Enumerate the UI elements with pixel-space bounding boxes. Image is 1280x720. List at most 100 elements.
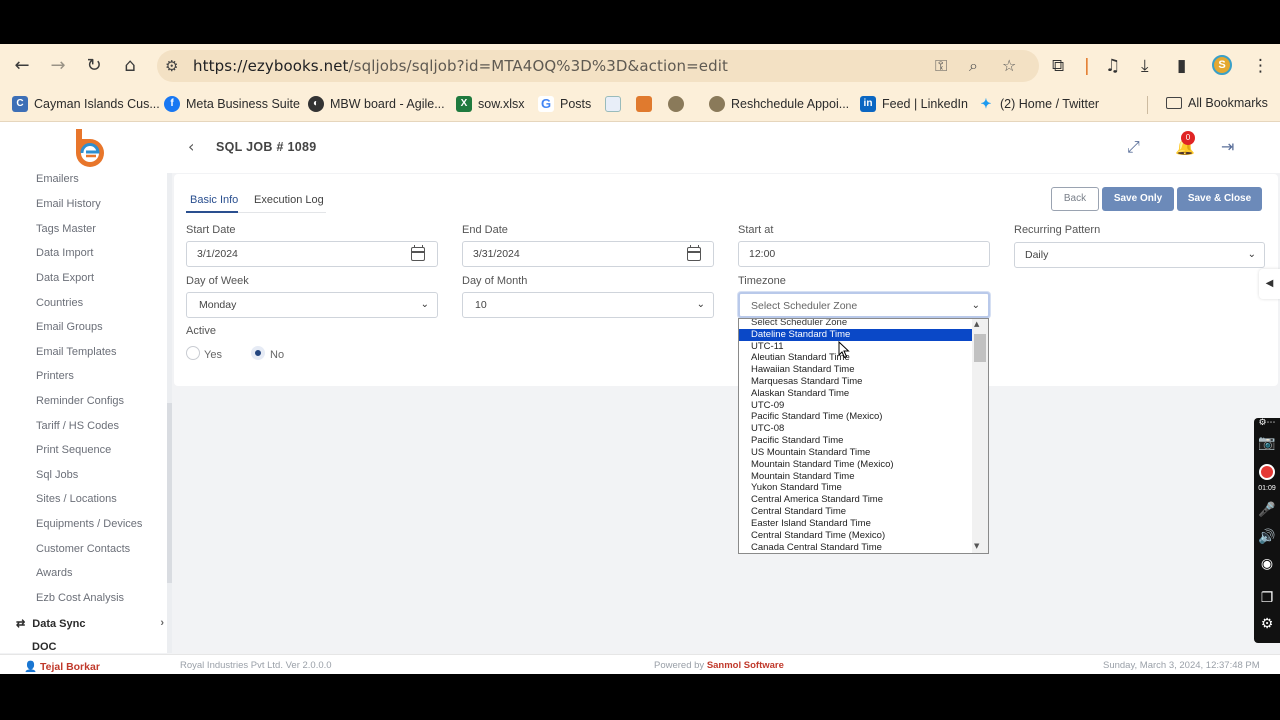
start-date-input[interactable]: 3/1/2024 (186, 241, 438, 267)
end-date-input[interactable]: 3/31/2024 (462, 241, 714, 267)
timezone-option-selected[interactable]: Dateline Standard Time (739, 329, 973, 341)
save-close-button[interactable]: Save & Close (1177, 187, 1262, 211)
powered-brand[interactable]: Sanmol Software (707, 660, 784, 671)
timezone-option[interactable]: Aleutian Standard Time (739, 352, 973, 364)
sidebar-item-countries[interactable]: Countries (36, 297, 83, 309)
sidebar-item-equipments-devices[interactable]: Equipments / Devices (36, 518, 142, 530)
sidebar-group-doc[interactable]: DOC (16, 641, 56, 653)
timezone-option[interactable]: Yukon Standard Time (739, 482, 973, 494)
scroll-up-icon[interactable]: ▲ (974, 320, 979, 328)
timezone-option[interactable]: Hawaiian Standard Time (739, 364, 973, 376)
timezone-option[interactable]: UTC-08 (739, 423, 973, 435)
sidebar-item-print-sequence[interactable]: Print Sequence (36, 444, 111, 456)
calendar-icon[interactable] (687, 245, 701, 261)
media-control-icon[interactable]: ♫ (1105, 55, 1120, 77)
back-arrow-icon[interactable]: ← (11, 55, 33, 77)
bookmark-item[interactable] (636, 96, 658, 112)
sidebar-item-tariff-hs-codes[interactable]: Tariff / HS Codes (36, 420, 119, 432)
save-only-button[interactable]: Save Only (1102, 187, 1174, 211)
download-icon[interactable]: ⤓ (1141, 55, 1149, 77)
sidebar-item-email-history[interactable]: Email History (36, 198, 101, 210)
webcam-icon[interactable]: ◉ (1254, 556, 1280, 572)
sidebar-item-email-templates[interactable]: Email Templates (36, 346, 117, 358)
sidebar-item-emailers[interactable]: Emailers (36, 173, 79, 185)
timezone-option[interactable]: Central Standard Time (Mexico) (739, 530, 973, 542)
timezone-option[interactable]: Easter Island Standard Time (739, 518, 973, 530)
camera-icon[interactable]: 📷 (1254, 435, 1280, 451)
sidebar-group-data-sync[interactable]: ⇄ Data Sync › (16, 617, 164, 630)
timezone-option[interactable]: Pacific Standard Time (739, 435, 973, 447)
back-button[interactable]: Back (1051, 187, 1099, 211)
bookmark-item[interactable]: Reshchedule Appoi... (709, 96, 849, 112)
reload-icon[interactable]: ↻ (83, 55, 105, 77)
sidebar-item-reminder-configs[interactable]: Reminder Configs (36, 395, 124, 407)
recorder-menu-icon[interactable]: ⚙⋯ (1254, 418, 1280, 428)
tab-execution-log[interactable]: Execution Log (254, 194, 324, 206)
day-of-week-select[interactable]: Monday ⌄ (186, 292, 438, 318)
extensions-icon[interactable]: ⧉ (1052, 55, 1064, 77)
current-user[interactable]: 👤 Tejal Borkar (24, 660, 100, 673)
sidebar-scrollbar-thumb[interactable] (167, 403, 172, 583)
sidebar-item-printers[interactable]: Printers (36, 370, 74, 382)
record-button[interactable] (1259, 464, 1275, 480)
bookmark-item[interactable]: Xsow.xlsx (456, 96, 525, 112)
active-yes-radio[interactable] (186, 346, 200, 360)
bookmark-star-icon[interactable]: ☆ (1002, 56, 1016, 75)
side-panel-icon[interactable]: ▮ (1177, 55, 1186, 77)
back-chevron-icon[interactable]: ‹ (188, 137, 194, 156)
sidebar-item-awards[interactable]: Awards (36, 567, 72, 579)
timezone-select[interactable]: Select Scheduler Zone ⌄ (738, 292, 990, 318)
microphone-icon[interactable]: 🎤 (1254, 502, 1280, 518)
bookmark-item[interactable]: C Cayman Islands Cus... (12, 96, 160, 112)
forward-arrow-icon[interactable]: → (47, 55, 69, 77)
calendar-icon[interactable] (411, 245, 425, 261)
bookmark-item[interactable]: G Posts (538, 96, 591, 112)
window-icon[interactable]: ❐ (1254, 590, 1280, 606)
sidebar-item-data-export[interactable]: Data Export (36, 272, 94, 284)
bookmark-item[interactable] (605, 96, 627, 112)
scroll-down-icon[interactable]: ▼ (974, 542, 979, 550)
timezone-dropdown-list[interactable]: Select Scheduler Zone Dateline Standard … (738, 318, 989, 554)
address-bar[interactable]: ⚙ https://ezybooks.net/sqljobs/sqljob?id… (157, 50, 1039, 82)
day-of-month-select[interactable]: 10 ⌄ (462, 292, 714, 318)
browser-menu-icon[interactable]: ⋮ (1252, 55, 1269, 77)
tab-basic-info[interactable]: Basic Info (190, 194, 238, 206)
home-icon[interactable]: ⌂ (119, 55, 141, 77)
site-settings-icon[interactable]: ⚙ (165, 57, 178, 75)
bookmark-item[interactable]: f Meta Business Suite (164, 96, 300, 112)
sidebar-item-sql-jobs[interactable]: Sql Jobs (36, 469, 78, 481)
dropdown-scrollbar-thumb[interactable] (974, 334, 986, 362)
logout-icon[interactable]: ⇥ (1221, 137, 1234, 156)
all-bookmarks[interactable]: All Bookmarks (1166, 96, 1268, 110)
bookmark-item[interactable]: in Feed | LinkedIn (860, 96, 968, 112)
zoom-icon[interactable]: ⌕ (969, 56, 978, 76)
profile-avatar[interactable]: S (1212, 55, 1232, 75)
url-text[interactable]: https://ezybooks.net/sqljobs/sqljob?id=M… (193, 57, 728, 75)
speaker-icon[interactable]: 🔊 (1254, 529, 1280, 545)
timezone-option[interactable]: Alaskan Standard Time (739, 388, 973, 400)
sidebar-item-email-groups[interactable]: Email Groups (36, 321, 103, 333)
timezone-option[interactable]: Canada Central Standard Time (739, 542, 973, 553)
bookmark-item[interactable]: ✦ (2) Home / Twitter (978, 96, 1099, 112)
sidebar-item-sites-locations[interactable]: Sites / Locations (36, 493, 117, 505)
start-at-input[interactable]: 12:00 (738, 241, 990, 267)
timezone-option[interactable]: Central America Standard Time (739, 494, 973, 506)
settings-gear-icon[interactable]: ⚙ (1254, 616, 1280, 632)
recurring-pattern-select[interactable]: Daily ⌄ (1014, 242, 1265, 268)
panel-collapse-toggle[interactable]: ◀ (1259, 269, 1280, 299)
sidebar-item-customer-contacts[interactable]: Customer Contacts (36, 543, 130, 555)
sidebar-item-tags-master[interactable]: Tags Master (36, 223, 96, 235)
bookmark-item[interactable] (668, 96, 690, 112)
timezone-option[interactable]: Mountain Standard Time (Mexico) (739, 459, 973, 471)
bookmark-item[interactable]: ◐ MBW board - Agile... (308, 96, 445, 112)
timezone-option[interactable]: Pacific Standard Time (Mexico) (739, 411, 973, 423)
expand-icon[interactable]: ⤢ (1127, 137, 1140, 157)
timezone-option[interactable]: Select Scheduler Zone (739, 319, 973, 329)
timezone-option[interactable]: US Mountain Standard Time (739, 447, 973, 459)
timezone-option[interactable]: Marquesas Standard Time (739, 376, 973, 388)
active-no-radio[interactable] (251, 346, 265, 360)
password-key-icon[interactable]: ⚿ (935, 56, 947, 76)
sidebar-item-data-import[interactable]: Data Import (36, 247, 93, 259)
sidebar-item-ezb-cost-analysis[interactable]: Ezb Cost Analysis (36, 592, 124, 604)
timezone-option[interactable]: Central Standard Time (739, 506, 973, 518)
